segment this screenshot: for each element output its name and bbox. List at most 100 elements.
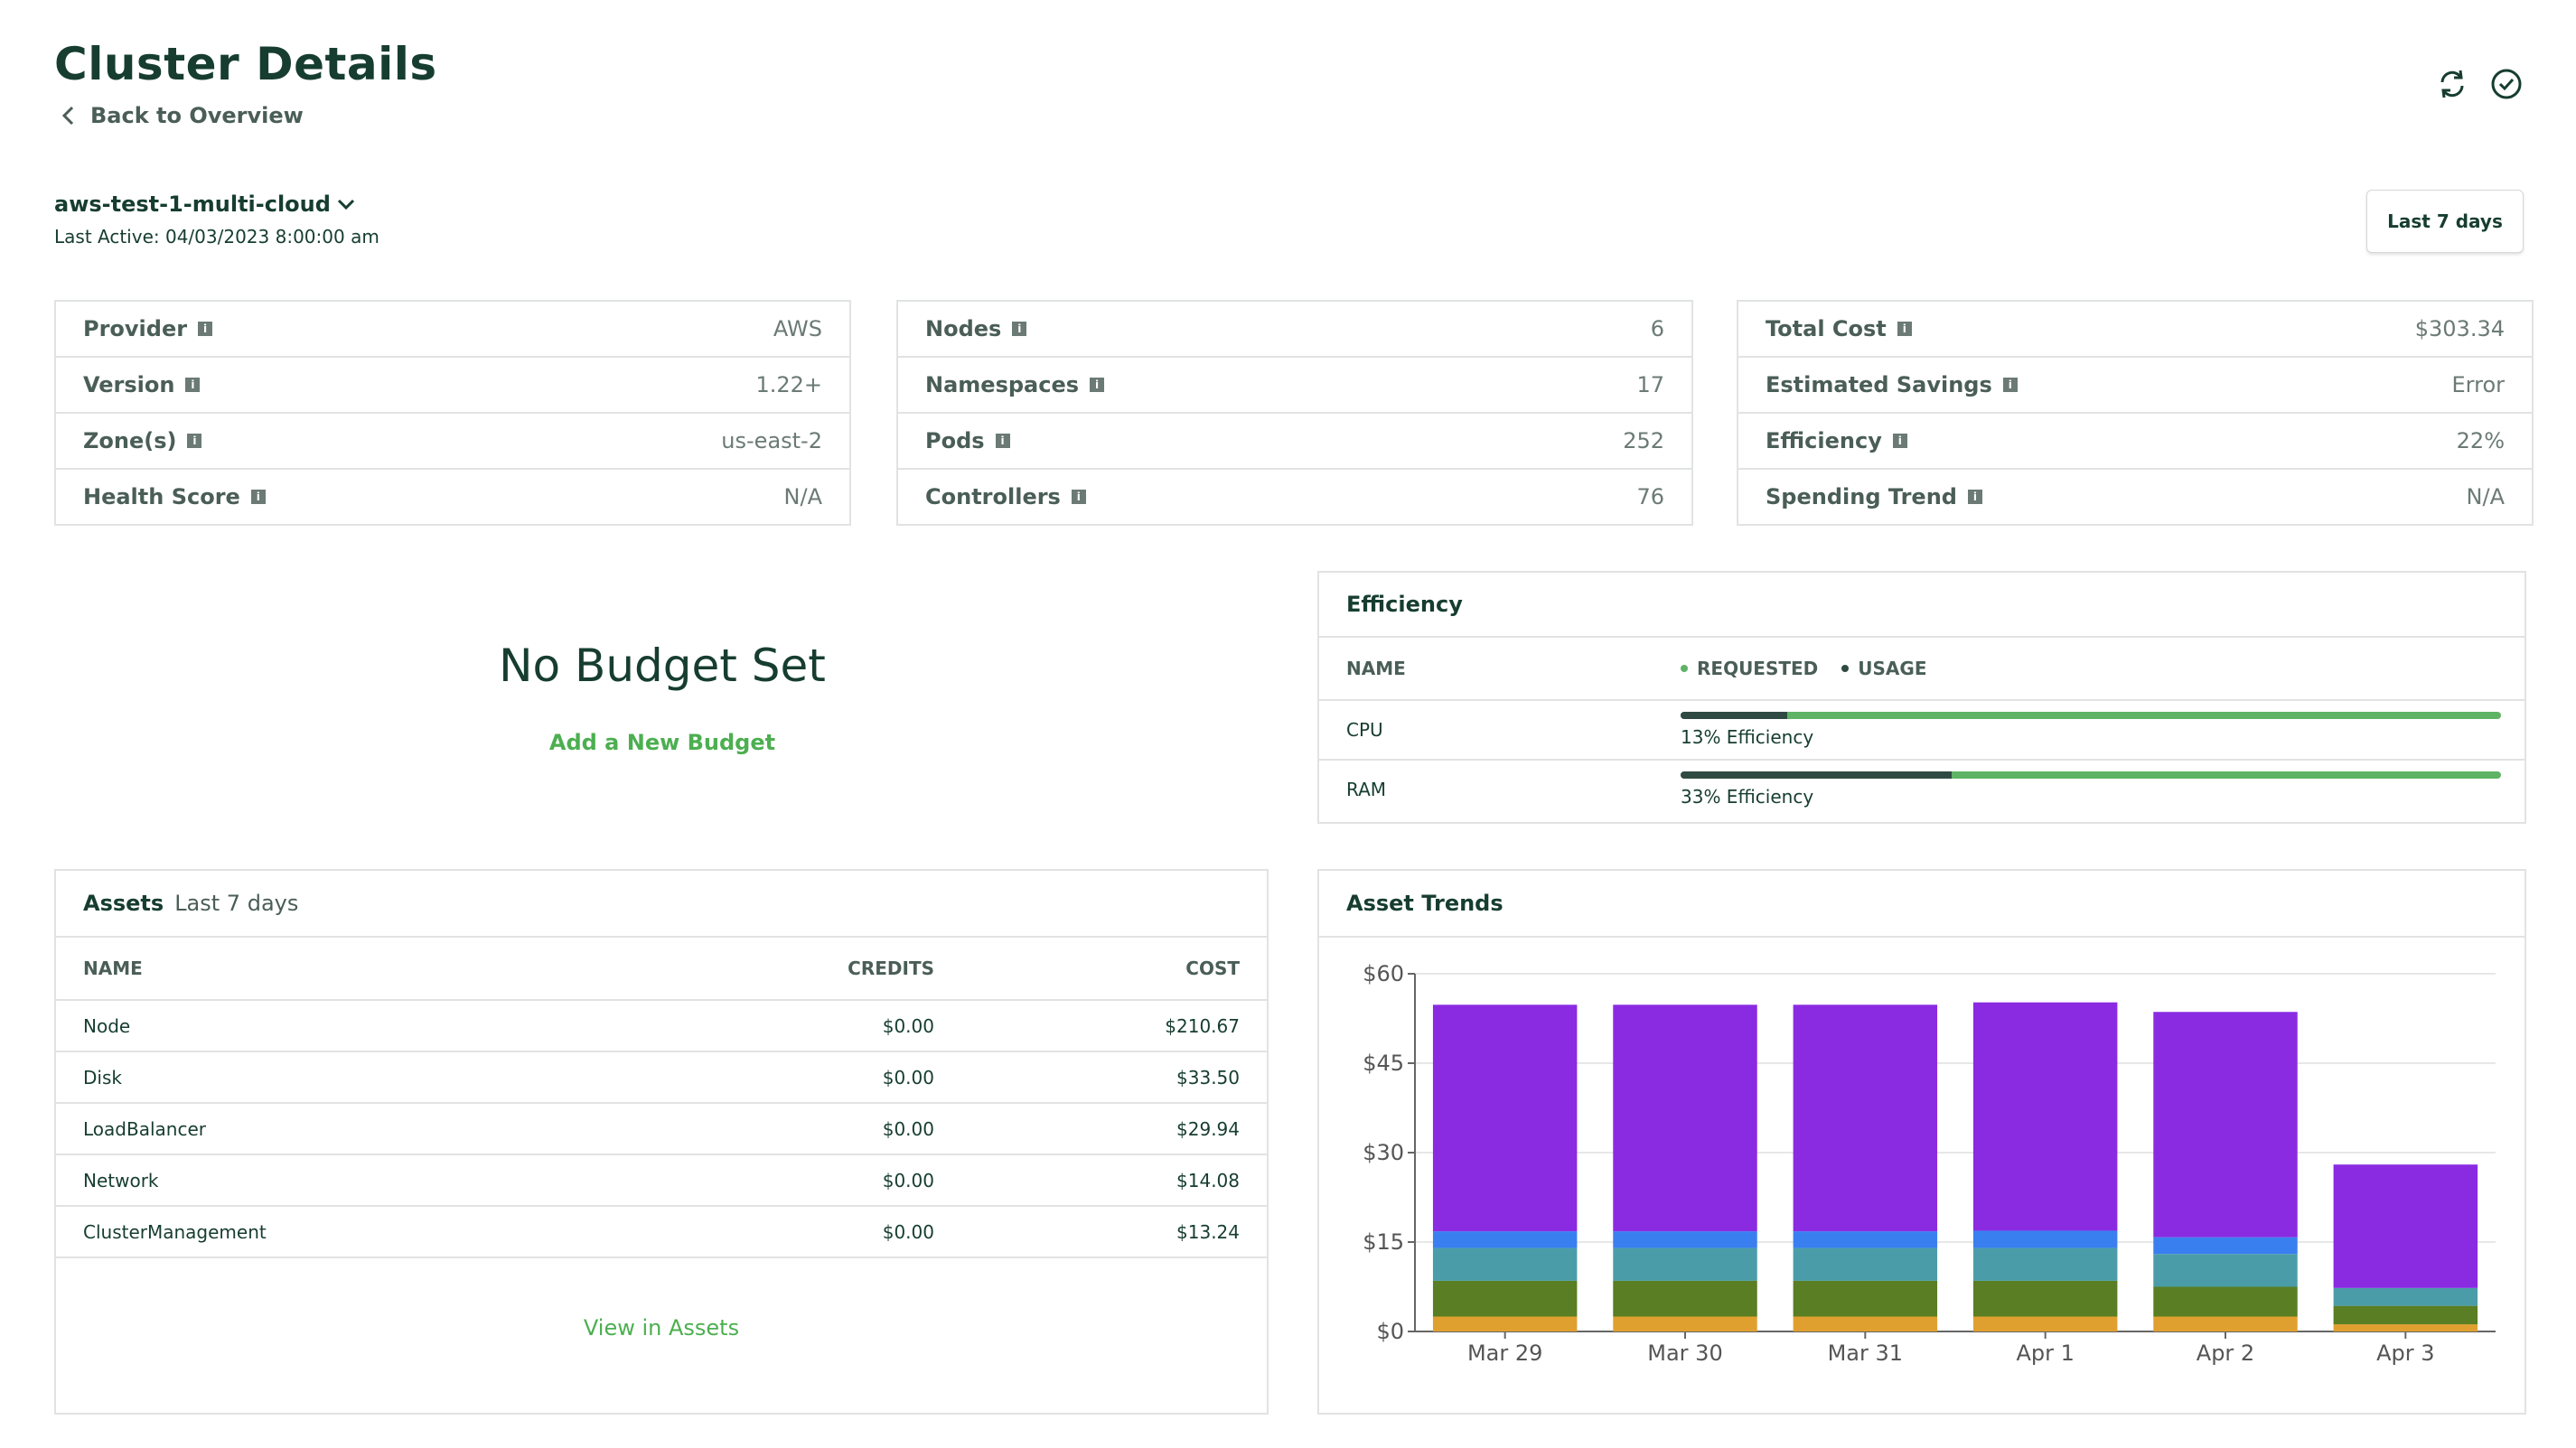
bar-segment: [2333, 1164, 2478, 1288]
info-icon[interactable]: i: [185, 378, 201, 392]
requested-dot-icon: [1681, 665, 1688, 672]
bar-segment: [1432, 1280, 1578, 1317]
info-row-provider: Provider i AWS: [56, 302, 849, 358]
info-icon[interactable]: i: [1897, 322, 1912, 336]
asset-credits: $0.00: [882, 1220, 934, 1243]
name-column-header[interactable]: NAME: [83, 958, 143, 979]
x-tick-label: Mar 31: [1828, 1341, 1903, 1366]
bar-segment: [1972, 1247, 2118, 1281]
cost-info-table: Total Cost i $303.34 Estimated Savings i Err…: [1737, 300, 2534, 526]
efficiency-legend: REQUESTED USAGE: [1681, 658, 1926, 679]
credits-column-header[interactable]: CREDITS: [848, 958, 934, 979]
y-tick-label: $30: [1363, 1140, 1404, 1165]
view-in-assets-link[interactable]: View in Assets: [56, 1315, 1267, 1341]
legend-requested-label: REQUESTED: [1697, 658, 1819, 679]
bar-segment: [1432, 1316, 1578, 1331]
bar-segment: [2153, 1254, 2298, 1287]
bar-segment: [1432, 1004, 1578, 1232]
info-icon[interactable]: i: [1967, 490, 1982, 504]
bar-segment: [1613, 1247, 1757, 1281]
info-row-namespaces: Namespaces i 17: [898, 358, 1691, 414]
table-row[interactable]: Disk $0.00 $33.50: [56, 1052, 1267, 1104]
info-value: 22%: [2456, 428, 2505, 453]
usage-dot-icon: [1841, 665, 1850, 672]
info-icon[interactable]: i: [1090, 378, 1105, 392]
info-label: Version: [83, 372, 175, 397]
asset-trends-chart: $0 $15 $30 $45 $60 Mar 29 Mar 30 Mar 31 Apr 1 Apr…: [1363, 961, 2496, 1366]
legend-usage: USAGE: [1841, 658, 1926, 679]
assets-title: Assets: [83, 891, 164, 916]
info-icon[interactable]: i: [1892, 434, 1907, 448]
refresh-icon[interactable]: [2435, 67, 2469, 101]
assets-subtitle: Last 7 days: [174, 891, 299, 916]
info-value: 76: [1636, 484, 1664, 509]
asset-cost: $33.50: [1176, 1066, 1240, 1088]
bar-segment: [2153, 1316, 2298, 1331]
bar-segment: [1972, 1316, 2118, 1331]
table-row[interactable]: Node $0.00 $210.67: [56, 1001, 1267, 1052]
info-icon[interactable]: i: [1071, 490, 1086, 504]
add-budget-link[interactable]: Add a New Budget: [54, 730, 1270, 755]
efficiency-row-name: RAM: [1346, 779, 1387, 800]
info-row-version: Version i 1.22+: [56, 358, 849, 414]
date-range-button[interactable]: Last 7 days: [2366, 190, 2524, 253]
asset-credits: $0.00: [882, 1117, 934, 1140]
asset-trends-title: Asset Trends: [1346, 891, 1503, 916]
info-label: Estimated Savings: [1766, 372, 1992, 397]
back-link-label: Back to Overview: [90, 103, 304, 128]
info-label: Pods: [925, 428, 985, 453]
bar-segment: [2153, 1237, 2298, 1255]
chevron-left-icon: [61, 106, 74, 126]
bar-segment: [1793, 1004, 1938, 1232]
efficiency-bar: [1681, 771, 2501, 779]
table-row[interactable]: ClusterManagement $0.00 $13.24: [56, 1207, 1267, 1258]
info-row-health-score: Health Score i N/A: [56, 470, 849, 524]
last-active-text: Last Active: 04/03/2023 8:00:00 am: [54, 226, 379, 248]
usage-fill: [1681, 771, 1952, 779]
info-icon[interactable]: i: [2002, 378, 2018, 392]
info-row-pods: Pods i 252: [898, 414, 1691, 470]
legend-requested: REQUESTED: [1681, 658, 1818, 679]
bar-segment: [1613, 1231, 1757, 1248]
back-to-overview-link[interactable]: Back to Overview: [61, 103, 304, 128]
y-tick-label: $45: [1363, 1051, 1404, 1076]
bar-segment: [2333, 1287, 2478, 1306]
table-row[interactable]: Network $0.00 $14.08: [56, 1155, 1267, 1207]
bar-segment: [1793, 1316, 1938, 1331]
assets-header: Assets Last 7 days: [56, 871, 1267, 938]
info-icon[interactable]: i: [187, 434, 202, 448]
asset-cost: $29.94: [1176, 1117, 1240, 1140]
info-icon[interactable]: i: [995, 434, 1010, 448]
info-value: 6: [1650, 316, 1664, 341]
info-icon[interactable]: i: [198, 322, 213, 336]
info-label: Zone(s): [83, 428, 177, 453]
asset-credits: $0.00: [882, 1169, 934, 1191]
info-value: Error: [2451, 372, 2506, 397]
bar-segment: [2153, 1286, 2298, 1317]
efficiency-row-ram: RAM 33% Efficiency: [1319, 761, 2524, 818]
cluster-name: aws-test-1-multi-cloud: [54, 192, 331, 217]
info-label: Efficiency: [1766, 428, 1882, 453]
efficiency-bar: [1681, 712, 2501, 719]
efficiency-column-headers: NAME REQUESTED USAGE: [1319, 638, 2524, 701]
x-tick-label: Apr 3: [2376, 1341, 2434, 1366]
cost-column-header[interactable]: COST: [1185, 958, 1240, 979]
bar-segment: [1972, 1230, 2118, 1248]
bar-segment: [1793, 1231, 1938, 1248]
bar-segment: [2333, 1305, 2478, 1325]
cluster-selector[interactable]: aws-test-1-multi-cloud: [54, 192, 356, 217]
bar-segment: [1972, 1002, 2118, 1231]
y-tick-label: $60: [1363, 961, 1404, 986]
info-label: Nodes: [925, 316, 1002, 341]
bar-segment: [2333, 1324, 2478, 1331]
check-circle-icon[interactable]: [2489, 67, 2524, 101]
info-icon[interactable]: i: [1012, 322, 1027, 336]
bar-segment: [1972, 1280, 2118, 1317]
bar-segment: [1432, 1231, 1578, 1248]
y-tick-label: $15: [1363, 1229, 1404, 1255]
table-row[interactable]: LoadBalancer $0.00 $29.94: [56, 1104, 1267, 1155]
efficiency-row-text: 13% Efficiency: [1681, 726, 1814, 748]
info-icon[interactable]: i: [250, 490, 266, 504]
asset-name: LoadBalancer: [83, 1117, 206, 1140]
info-value: $303.34: [2414, 316, 2505, 341]
